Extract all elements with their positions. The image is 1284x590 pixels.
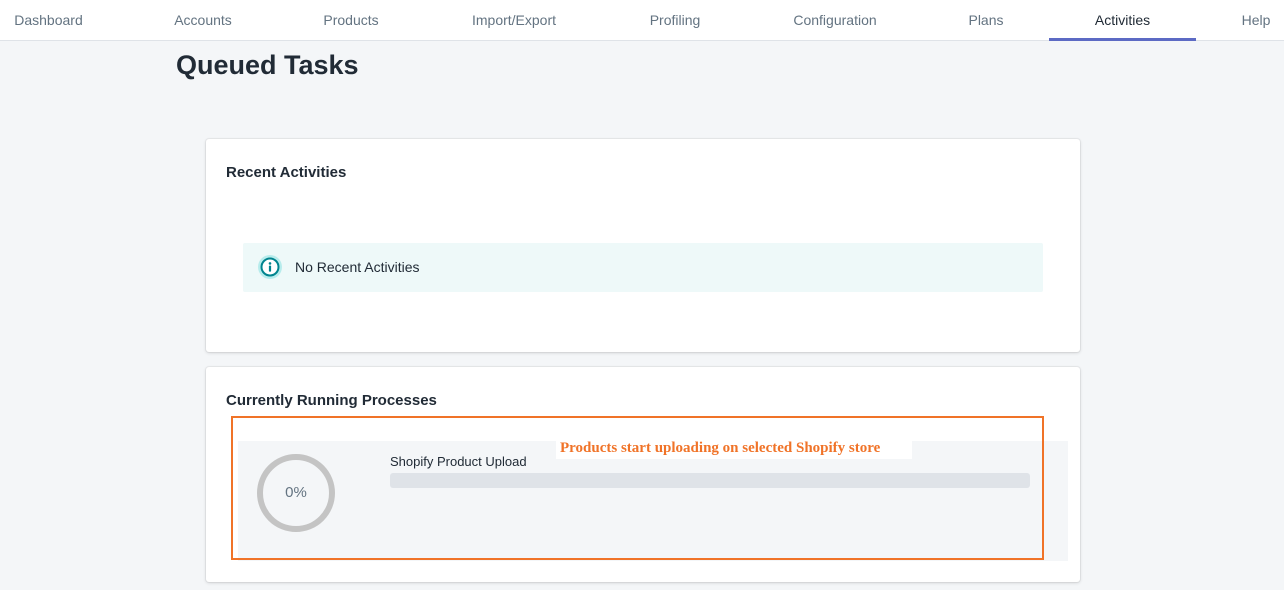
top-navigation: Dashboard Accounts Products Import/Expor…	[0, 0, 1284, 41]
nav-tab-import-export[interactable]: Import/Export	[455, 0, 573, 41]
nav-tab-dashboard[interactable]: Dashboard	[0, 0, 97, 41]
page-title: Queued Tasks	[176, 50, 359, 80]
active-tab-indicator	[1049, 38, 1196, 41]
info-icon	[258, 255, 282, 279]
nav-tab-profiling[interactable]: Profiling	[632, 0, 718, 41]
nav-tab-activities[interactable]: Activities	[1049, 0, 1196, 41]
info-banner-text: No Recent Activities	[295, 259, 420, 275]
nav-tab-activities-label: Activities	[1094, 12, 1151, 28]
nav-tab-products[interactable]: Products	[305, 0, 397, 41]
nav-tab-accounts[interactable]: Accounts	[157, 0, 249, 41]
running-processes-title: Currently Running Processes	[226, 392, 437, 409]
recent-activities-card: Recent Activities No Recent Activities	[206, 139, 1080, 352]
info-banner: No Recent Activities	[243, 243, 1043, 292]
annotation-label: Products start uploading on selected Sho…	[556, 438, 912, 459]
nav-tab-plans[interactable]: Plans	[955, 0, 1017, 41]
recent-activities-title: Recent Activities	[226, 164, 347, 181]
nav-tab-configuration[interactable]: Configuration	[775, 0, 895, 41]
nav-tab-help[interactable]: Help	[1228, 0, 1284, 41]
